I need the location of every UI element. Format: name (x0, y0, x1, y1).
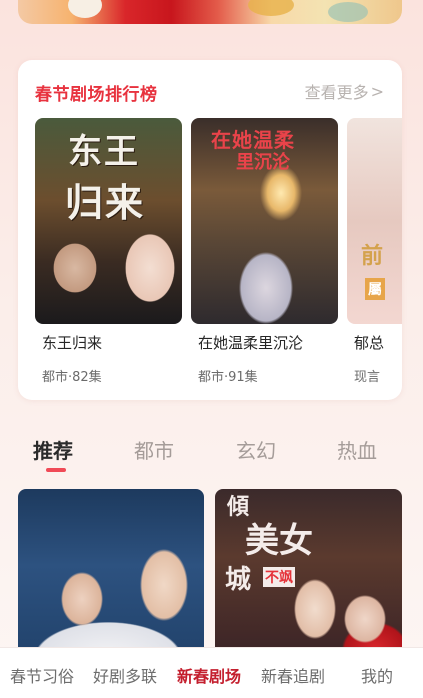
nav-item-good-dramas[interactable]: 好剧多联 (93, 663, 157, 687)
drama-meta: 现言 (354, 370, 381, 385)
drama-poster[interactable]: 东王 归来 (35, 118, 182, 324)
poster-title-art: 东王 (68, 132, 140, 172)
banner-decoration (248, 0, 294, 16)
tab-action[interactable]: 热血 (337, 435, 377, 464)
drama-card[interactable]: 傾 美女 城 不飒 (215, 489, 402, 659)
nav-item-customs[interactable]: 春节习俗 (10, 663, 74, 687)
drama-card[interactable] (18, 489, 204, 659)
poster-title-art: 城 (225, 565, 252, 595)
poster-title-art: 里沉沦 (236, 152, 290, 173)
chevron-right-icon: > (370, 81, 384, 101)
banner-decoration (328, 2, 368, 22)
drama-meta: 都市·82集 (42, 370, 102, 385)
see-more-link[interactable]: 查看更多 > (305, 79, 384, 103)
category-tabs: 推荐 都市 玄幻 热血 (0, 425, 423, 465)
poster-title-art: 不飒 (263, 567, 295, 587)
nav-item-new-year-binge[interactable]: 新春追剧 (261, 663, 325, 687)
see-more-label: 查看更多 (304, 83, 369, 102)
tab-indicator (46, 468, 66, 472)
tab-city[interactable]: 都市 (134, 435, 174, 464)
drama-meta: 都市·91集 (198, 370, 258, 385)
nav-item-new-year-theater[interactable]: 新春剧场 (177, 663, 241, 687)
drama-poster[interactable]: 前 屬 (347, 118, 402, 324)
poster-title-art: 前 (361, 243, 384, 269)
ranking-title: 春节剧场排行榜 (35, 85, 158, 105)
ranking-item[interactable]: 在她温柔 里沉沦 在她温柔里沉沦 都市·91集 (191, 118, 338, 385)
poster-title-art: 美女 (245, 521, 313, 561)
drama-title: 东王归来 (42, 334, 103, 352)
bottom-navigation: 春节习俗 好剧多联 新春剧场 新春追剧 我的 (0, 647, 423, 698)
poster-title-art: 屬 (365, 278, 385, 300)
drama-poster[interactable]: 在她温柔 里沉沦 (191, 118, 338, 324)
ranking-card: 春节剧场排行榜 查看更多 > 东王 归来 东王归来 都市·82集 在她温柔 里沉… (18, 60, 402, 400)
ranking-item[interactable]: 东王 归来 东王归来 都市·82集 (35, 118, 182, 385)
drama-title: 在她温柔里沉沦 (198, 334, 304, 352)
ranking-item[interactable]: 前 屬 郁总 现言 (347, 118, 402, 385)
drama-title: 郁总 (354, 334, 385, 352)
top-banner[interactable] (18, 0, 402, 24)
banner-decoration (68, 0, 102, 18)
tab-recommend[interactable]: 推荐 (33, 435, 73, 464)
nav-item-mine[interactable]: 我的 (361, 663, 393, 687)
poster-title-art: 归来 (65, 180, 146, 225)
tab-fantasy[interactable]: 玄幻 (236, 435, 276, 464)
